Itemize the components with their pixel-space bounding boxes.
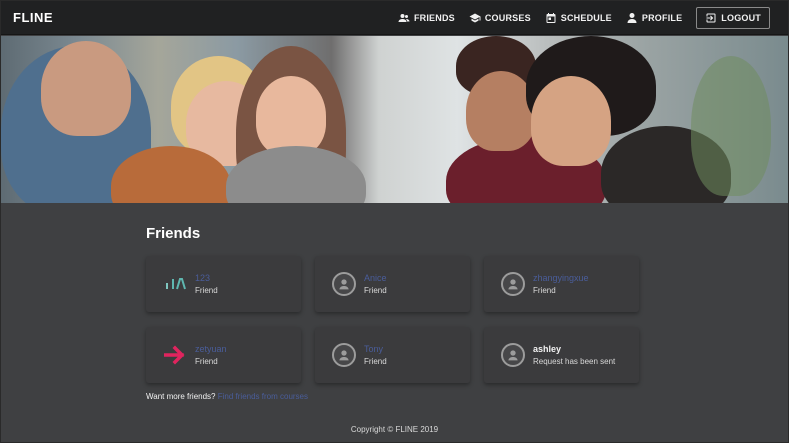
friends-icon <box>398 14 410 22</box>
friend-name-link[interactable]: zetyuan <box>195 344 227 354</box>
logout-label: LOGOUT <box>721 13 761 23</box>
calendar-icon <box>546 13 556 23</box>
hero-banner-image <box>1 36 788 203</box>
friends-section: Friends <box>146 225 646 242</box>
brand-logo[interactable]: FLINE <box>13 10 53 25</box>
friend-status: Friend <box>195 357 218 366</box>
user-icon <box>332 343 356 367</box>
nav-courses[interactable]: COURSES <box>469 12 531 24</box>
friend-status: Friend <box>364 286 387 295</box>
nav-profile-label: PROFILE <box>641 13 683 23</box>
friend-name: ashley <box>533 344 562 354</box>
friend-card[interactable]: 123 Friend <box>146 256 301 312</box>
friend-card[interactable]: zhangyingxue Friend <box>484 256 639 312</box>
arrow-right-icon <box>163 343 187 367</box>
nav-schedule[interactable]: SCHEDULE <box>545 12 612 24</box>
top-navigation-bar: FLINE FRIENDS COURSES SCHEDULE PROFILE L… <box>1 1 788 35</box>
logo-icon <box>163 272 187 296</box>
friend-name-link[interactable]: zhangyingxue <box>533 273 589 283</box>
person-icon <box>627 13 637 23</box>
nav-profile[interactable]: PROFILE <box>626 12 682 24</box>
more-friends-text: Want more friends? <box>146 392 216 401</box>
nav-friends-label: FRIENDS <box>413 13 455 23</box>
friend-status: Friend <box>195 286 218 295</box>
friend-card[interactable]: zetyuan Friend <box>146 327 301 383</box>
friend-name-link[interactable]: Anice <box>364 273 387 283</box>
friend-name-link[interactable]: Tony <box>364 344 383 354</box>
nav-friends[interactable]: FRIENDS <box>398 12 455 24</box>
friend-status: Request has been sent <box>533 357 616 366</box>
logout-button[interactable]: LOGOUT <box>696 7 770 29</box>
user-icon <box>501 272 525 296</box>
page-title: Friends <box>146 225 201 242</box>
graduation-cap-icon <box>469 13 481 23</box>
friend-name-link[interactable]: 123 <box>195 273 210 283</box>
logout-icon <box>706 13 716 23</box>
friend-card[interactable]: Anice Friend <box>315 256 470 312</box>
nav-menu: FRIENDS COURSES SCHEDULE PROFILE LOGOUT <box>398 6 770 30</box>
nav-schedule-label: SCHEDULE <box>560 13 612 23</box>
friend-status: Friend <box>533 286 556 295</box>
user-icon <box>332 272 356 296</box>
find-friends-link[interactable]: Find friends from courses <box>218 392 308 401</box>
footer-copyright: Copyright © FLINE 2019 <box>350 425 439 434</box>
user-icon <box>501 343 525 367</box>
nav-courses-label: COURSES <box>484 13 531 23</box>
friend-status: Friend <box>364 357 387 366</box>
friend-card[interactable]: ashley Request has been sent <box>484 327 639 383</box>
app-window: FLINE FRIENDS COURSES SCHEDULE PROFILE L… <box>0 0 789 443</box>
more-friends-prompt: Want more friends? Find friends from cou… <box>146 392 308 401</box>
friend-card[interactable]: Tony Friend <box>315 327 470 383</box>
